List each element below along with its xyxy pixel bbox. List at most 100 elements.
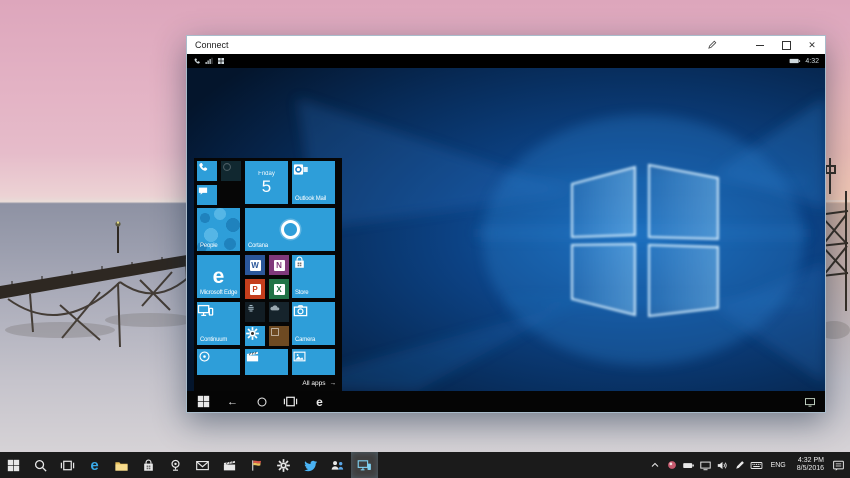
window-titlebar[interactable]: Connect ✕: [187, 36, 825, 54]
taskbar-settings[interactable]: [270, 452, 297, 478]
tile-groove-music[interactable]: [245, 302, 265, 322]
minimize-button[interactable]: [747, 36, 773, 54]
tile-continuum[interactable]: Continuum: [197, 302, 240, 345]
frame-icon: [269, 326, 289, 346]
status-left-icons: [193, 57, 225, 65]
clapper-icon: [222, 458, 237, 473]
battery-icon: [789, 57, 801, 65]
people-icon: [330, 458, 345, 473]
projection-nav-bar: ←e: [187, 391, 825, 412]
tray-network-icon[interactable]: [698, 452, 714, 478]
office-letter-icon: X: [269, 279, 289, 299]
calendar-weekday: Friday: [258, 171, 275, 177]
webcam-icon: [168, 458, 183, 473]
taskbar-clock[interactable]: 4:32 PM8/5/2016: [792, 457, 829, 473]
edge-button[interactable]: e: [312, 394, 327, 409]
all-apps-label: All apps: [302, 380, 325, 387]
tile-app-dark[interactable]: [221, 161, 241, 181]
taskbar-webcam-app[interactable]: [162, 452, 189, 478]
taskbar-mail[interactable]: [189, 452, 216, 478]
tile-messaging[interactable]: [197, 185, 217, 205]
desktop: Connect ✕ 4:32: [0, 0, 850, 478]
phone-icon: [193, 57, 201, 65]
taskbar-people[interactable]: [324, 452, 351, 478]
taskbar-start-button[interactable]: [0, 452, 27, 478]
tile-onenote[interactable]: N: [269, 255, 289, 275]
projection-status-bar: 4:32: [187, 54, 825, 68]
calendar-day: 5: [262, 178, 271, 195]
tile-weather[interactable]: [269, 302, 289, 322]
tile-excel[interactable]: X: [269, 279, 289, 299]
tile-word[interactable]: W: [245, 255, 265, 275]
taskbar-store[interactable]: [135, 452, 162, 478]
task-view-icon: [60, 458, 75, 473]
twitter-icon: [303, 458, 318, 473]
taskbar-colored-flag-app[interactable]: [243, 452, 270, 478]
tray-keyboard-icon[interactable]: [749, 452, 765, 478]
tile-label: Camera: [295, 337, 315, 343]
edge-blue-icon: e: [90, 458, 98, 473]
flag-icon: [249, 458, 264, 473]
status-time: 4:32: [805, 58, 819, 65]
windows-button[interactable]: [196, 394, 211, 409]
tile-cortana[interactable]: Cortana: [245, 208, 335, 251]
search-circle-button[interactable]: [254, 394, 269, 409]
tile-label: Cortana: [248, 243, 268, 249]
tile-store[interactable]: Store: [292, 255, 335, 298]
tray-chevron-up-icon[interactable]: [647, 452, 663, 478]
groove-icon: [245, 302, 265, 322]
tray-volume-icon[interactable]: [715, 452, 731, 478]
back-button[interactable]: ←: [225, 394, 240, 409]
start-screen: Friday 5 Outlook Mail People Cortana eMicros…: [194, 158, 342, 391]
all-apps-link[interactable]: All apps →: [302, 380, 336, 387]
tile-movies-tv[interactable]: [245, 349, 288, 375]
tiles-icon: [217, 57, 225, 65]
maximize-button[interactable]: [773, 36, 799, 54]
taskbar-movies-tv[interactable]: [216, 452, 243, 478]
tile-people[interactable]: People: [197, 208, 240, 251]
office-letter-icon: P: [245, 279, 265, 299]
store-bag-icon: [141, 458, 156, 473]
tile-microsoft-edge[interactable]: eMicrosoft Edge: [197, 255, 240, 298]
taskbar-edge[interactable]: e: [81, 452, 108, 478]
taskbar-file-explorer[interactable]: [108, 452, 135, 478]
tile-calendar[interactable]: Friday 5: [245, 161, 288, 204]
right-arrow-icon: →: [330, 380, 337, 387]
tile-settings[interactable]: [245, 326, 265, 346]
system-tray: ENG4:32 PM8/5/2016: [647, 452, 850, 478]
pen-icon[interactable]: [699, 36, 725, 54]
edge-white-icon: e: [316, 395, 323, 409]
tile-label: Outlook Mail: [295, 196, 326, 202]
tray-tray-app-icon[interactable]: [664, 452, 680, 478]
taskbar-twitter[interactable]: [297, 452, 324, 478]
tile-media[interactable]: [197, 349, 240, 375]
tile-photos-live[interactable]: [269, 326, 289, 346]
taskbar-connect-app[interactable]: [351, 452, 378, 478]
close-button[interactable]: ✕: [799, 36, 825, 54]
windows-flag-icon: [7, 459, 20, 472]
tile-powerpoint[interactable]: P: [245, 279, 265, 299]
tile-phone[interactable]: [197, 161, 217, 181]
windows-flag-icon: [197, 395, 210, 408]
tile-photos[interactable]: [292, 349, 335, 375]
clock-time: 4:32 PM: [797, 457, 824, 465]
disc-icon: [197, 349, 240, 375]
phone-icon: [197, 161, 217, 181]
taskbar-search-button[interactable]: [27, 452, 54, 478]
mail-icon: [195, 458, 210, 473]
taskbar-task-view-button[interactable]: [54, 452, 81, 478]
tray-battery-icon[interactable]: [681, 452, 697, 478]
office-letter-icon: W: [245, 255, 265, 275]
action-center-button[interactable]: [830, 452, 846, 478]
gear-icon: [276, 458, 291, 473]
back-arrow-icon: ←: [227, 396, 238, 408]
message-icon: [197, 185, 217, 205]
connect-icon: [357, 458, 372, 473]
task-view-button[interactable]: [283, 394, 298, 409]
tile-camera[interactable]: Camera: [292, 302, 335, 345]
language-indicator[interactable]: ENG: [766, 462, 791, 469]
tile-outlook-mail[interactable]: Outlook Mail: [292, 161, 335, 204]
task-view-icon: [283, 394, 298, 409]
tile-label: Store: [295, 290, 308, 296]
tray-pen-icon[interactable]: [732, 452, 748, 478]
